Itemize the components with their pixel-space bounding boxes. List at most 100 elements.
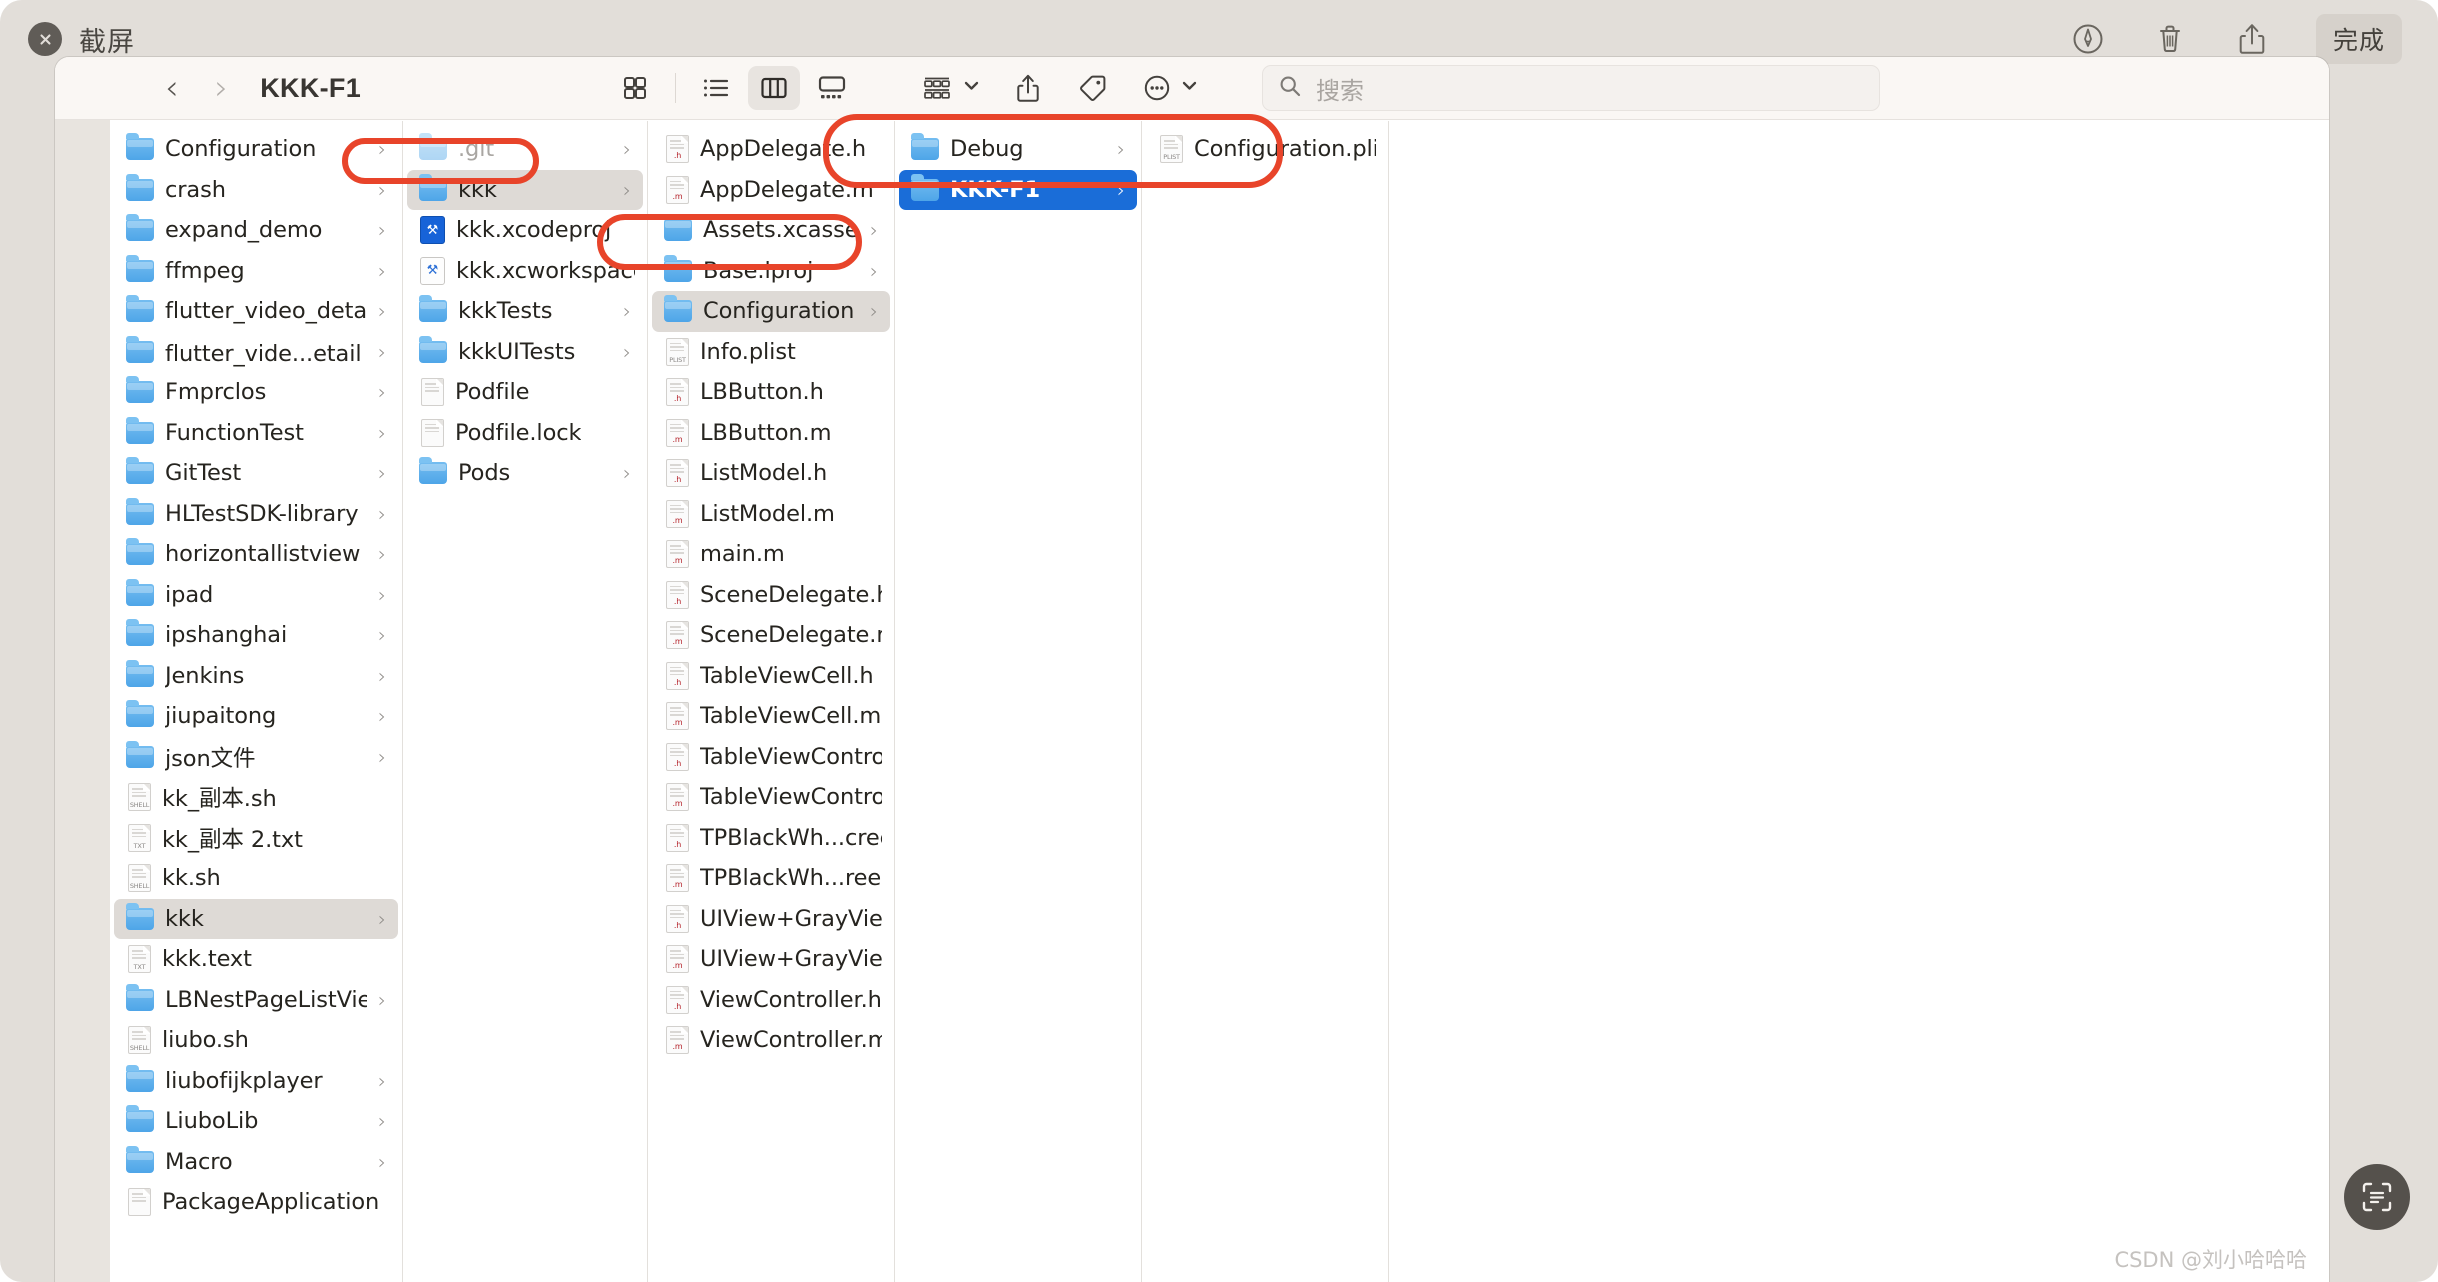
finder-column-5[interactable]: PLIST Configuration.plist [1142, 121, 1389, 1282]
finder-row[interactable]: .h AppDelegate.h [652, 129, 890, 170]
finder-row[interactable]: kkkTests › [407, 291, 643, 332]
chevron-right-icon[interactable]: › [870, 259, 882, 283]
list-view-button[interactable] [690, 66, 742, 110]
finder-row[interactable]: Assets.xcassets › [652, 210, 890, 251]
finder-row[interactable]: Macro › [114, 1142, 398, 1183]
chevron-right-icon[interactable]: › [378, 502, 390, 526]
finder-row[interactable]: .m ListModel.m [652, 494, 890, 535]
finder-row[interactable]: kkkUITests › [407, 332, 643, 373]
finder-row[interactable]: TXT kk_副本 2.txt [114, 818, 398, 859]
finder-row[interactable]: .m main.m [652, 534, 890, 575]
chevron-right-icon[interactable]: › [378, 178, 390, 202]
chevron-right-icon[interactable]: › [870, 299, 882, 323]
chevron-right-icon[interactable]: › [1117, 178, 1129, 202]
finder-row[interactable]: TXT kkk.text [114, 939, 398, 980]
finder-row[interactable]: .h TableViewController.h [652, 737, 890, 778]
finder-row[interactable]: ipad › [114, 575, 398, 616]
finder-row[interactable]: liubofijkplayer › [114, 1061, 398, 1102]
finder-row[interactable]: LBNestPageListView › [114, 980, 398, 1021]
chevron-right-icon[interactable]: › [1117, 137, 1129, 161]
chevron-right-icon[interactable]: › [623, 137, 635, 161]
back-button[interactable]: ‹ [165, 71, 179, 105]
finder-row[interactable]: .m TableViewCell.m [652, 696, 890, 737]
chevron-right-icon[interactable]: › [623, 340, 635, 364]
chevron-right-icon[interactable]: › [378, 461, 390, 485]
finder-row[interactable]: .m ViewController.m [652, 1020, 890, 1061]
finder-row[interactable]: json文件 › [114, 737, 398, 778]
finder-row[interactable]: FunctionTest › [114, 413, 398, 454]
finder-row[interactable]: .git › [407, 129, 643, 170]
text-scan-icon[interactable] [2344, 1164, 2410, 1230]
chevron-right-icon[interactable]: › [378, 218, 390, 242]
finder-row[interactable]: jiupaitong › [114, 696, 398, 737]
finder-row[interactable]: .h TPBlackWh...creenTool.h [652, 818, 890, 859]
finder-row[interactable]: .m SceneDelegate.m [652, 615, 890, 656]
chevron-right-icon[interactable]: › [378, 988, 390, 1012]
finder-row[interactable]: Jenkins › [114, 656, 398, 697]
finder-row[interactable]: .m UIView+GrayView.m [652, 939, 890, 980]
finder-row[interactable]: ⚒ kkk.xcodeproj [407, 210, 643, 251]
chevron-right-icon[interactable]: › [378, 1150, 390, 1174]
finder-row[interactable]: Fmprclos › [114, 372, 398, 413]
finder-row[interactable]: .h ListModel.h [652, 453, 890, 494]
finder-row[interactable]: .h TableViewCell.h [652, 656, 890, 697]
chevron-right-icon[interactable]: › [623, 299, 635, 323]
finder-row[interactable]: PLIST Info.plist [652, 332, 890, 373]
chevron-right-icon[interactable]: › [378, 664, 390, 688]
markup-pen-icon[interactable] [2070, 20, 2106, 58]
finder-row[interactable]: LiuboLib › [114, 1101, 398, 1142]
finder-row[interactable]: Base.lproj › [652, 251, 890, 292]
finder-row[interactable]: kkk › [407, 169, 643, 210]
chevron-right-icon[interactable]: › [378, 340, 390, 364]
finder-row[interactable]: SHELL kk_副本.sh [114, 777, 398, 818]
finder-column-6[interactable] [1389, 121, 1634, 1282]
finder-row[interactable]: PLIST Configuration.plist [1146, 129, 1384, 170]
finder-row[interactable]: ipshanghai › [114, 615, 398, 656]
share-button[interactable] [1014, 72, 1042, 104]
group-by-button[interactable] [920, 73, 980, 103]
finder-column-1[interactable]: Configuration › crash › expand_demo › ffmpeg › f… [110, 121, 403, 1282]
chevron-right-icon[interactable]: › [378, 542, 390, 566]
chevron-right-icon[interactable]: › [378, 259, 390, 283]
gallery-view-button[interactable] [806, 66, 858, 110]
chevron-right-icon[interactable]: › [378, 380, 390, 404]
finder-row[interactable]: SHELL kk.sh [114, 858, 398, 899]
finder-row[interactable]: horizontallistview › [114, 534, 398, 575]
finder-row[interactable]: Podfile.lock [407, 413, 643, 454]
finder-row[interactable]: .h LBButton.h [652, 372, 890, 413]
finder-row[interactable]: Configuration › [652, 291, 890, 332]
tag-button[interactable] [1076, 73, 1108, 103]
close-icon[interactable] [28, 22, 62, 56]
finder-row[interactable]: expand_demo › [114, 210, 398, 251]
chevron-right-icon[interactable]: › [378, 623, 390, 647]
finder-row[interactable]: .m TableViewController.m [652, 777, 890, 818]
finder-row[interactable]: .h UIView+GrayView.h [652, 899, 890, 940]
finder-row[interactable]: flutter_vide...etail 的副本 › [114, 332, 398, 373]
chevron-right-icon[interactable]: › [378, 1109, 390, 1133]
finder-row[interactable]: HLTestSDK-library › [114, 494, 398, 535]
chevron-right-icon[interactable]: › [623, 178, 635, 202]
finder-row[interactable]: SHELL liubo.sh [114, 1020, 398, 1061]
finder-row[interactable]: kkk › [114, 898, 398, 939]
finder-row[interactable]: KKK-F1 › [899, 169, 1137, 210]
finder-row[interactable]: .h ViewController.h [652, 980, 890, 1021]
chevron-right-icon[interactable]: › [378, 1069, 390, 1093]
finder-row[interactable]: .m TPBlackWh...reenTool.m [652, 858, 890, 899]
finder-column-3[interactable]: .h AppDelegate.h .m AppDelegate.m Assets.xca… [648, 121, 895, 1282]
chevron-right-icon[interactable]: › [623, 461, 635, 485]
more-options-button[interactable] [1142, 73, 1198, 103]
finder-row[interactable]: ffmpeg › [114, 251, 398, 292]
finder-row[interactable]: .m AppDelegate.m [652, 170, 890, 211]
chevron-right-icon[interactable]: › [378, 583, 390, 607]
icon-view-button[interactable] [609, 66, 661, 110]
finder-row[interactable]: Configuration › [114, 129, 398, 170]
finder-row[interactable]: .h SceneDelegate.h [652, 575, 890, 616]
finder-row[interactable]: Debug › [899, 129, 1137, 170]
finder-column-2[interactable]: .git › kkk › ⚒ kkk.xcodeproj ⚒ kkk.xcworkspace k… [403, 121, 648, 1282]
chevron-right-icon[interactable]: › [378, 137, 390, 161]
trash-icon[interactable] [2152, 20, 2188, 58]
chevron-right-icon[interactable]: › [378, 907, 390, 931]
forward-button[interactable]: › [215, 71, 229, 105]
finder-row[interactable]: GitTest › [114, 453, 398, 494]
finder-row[interactable]: ⚒ kkk.xcworkspace [407, 251, 643, 292]
